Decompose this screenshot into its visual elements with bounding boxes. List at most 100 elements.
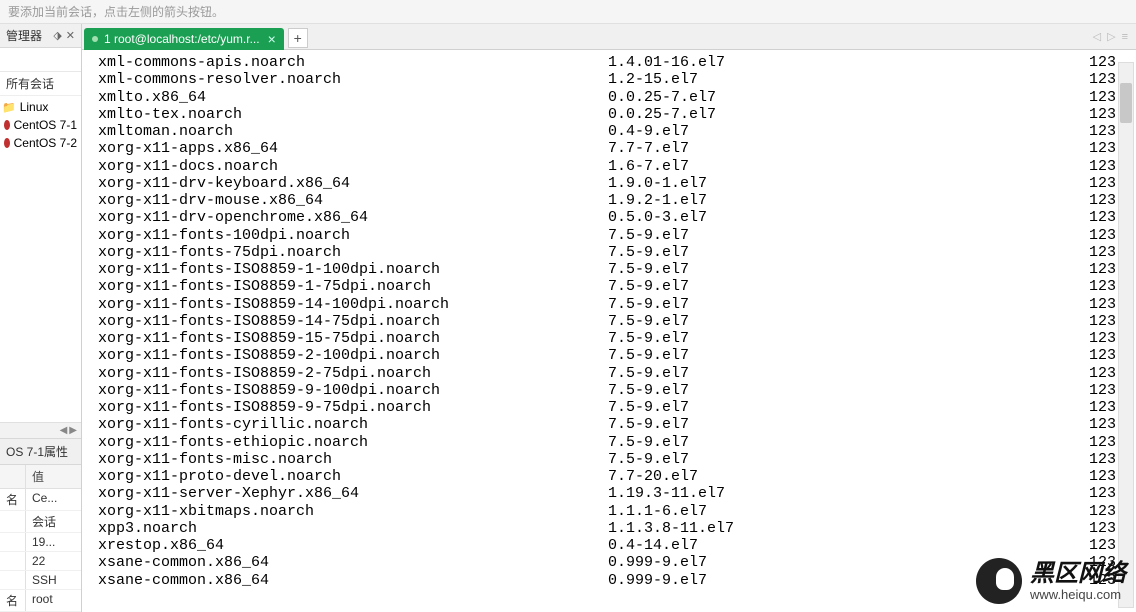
package-name: xsane-common.x86_64: [98, 554, 608, 571]
property-value: root: [26, 590, 81, 611]
package-name: xorg-x11-apps.x86_64: [98, 140, 608, 157]
session-manager-header: 管理器 ⬗ ✕: [0, 24, 81, 48]
vertical-scrollbar[interactable]: [1118, 62, 1134, 608]
package-repo: 123: [988, 227, 1126, 244]
tab-close-icon[interactable]: ×: [268, 31, 276, 47]
property-row: 名Ce...: [0, 489, 81, 511]
terminal-row: xorg-x11-apps.x86_647.7-7.el7123: [98, 140, 1126, 157]
package-name: xml-commons-resolver.noarch: [98, 71, 608, 88]
package-repo: 123: [988, 244, 1126, 261]
tab-strip: 1 root@localhost:/etc/yum.r... × + ◁ ▷ ≡: [82, 24, 1136, 50]
tree-folder-label: Linux: [20, 100, 49, 114]
terminal-row: xorg-x11-fonts-ISO8859-2-100dpi.noarch7.…: [98, 347, 1126, 364]
terminal-row: xorg-x11-fonts-ISO8859-15-75dpi.noarch7.…: [98, 330, 1126, 347]
tab-nav-next-icon[interactable]: ▷: [1107, 30, 1115, 43]
package-name: xorg-x11-fonts-ISO8859-1-100dpi.noarch: [98, 261, 608, 278]
package-version: 1.9.2-1.el7: [608, 192, 988, 209]
package-repo: 123: [988, 54, 1126, 71]
package-repo: 123: [988, 158, 1126, 175]
close-pane-icon[interactable]: ✕: [66, 29, 75, 42]
all-sessions-label: 所有会话: [6, 75, 54, 92]
package-version: 7.5-9.el7: [608, 382, 988, 399]
tab-label: 1 root@localhost:/etc/yum.r...: [104, 32, 260, 46]
package-name: xorg-x11-fonts-ISO8859-15-75dpi.noarch: [98, 330, 608, 347]
package-name: xorg-x11-fonts-cyrillic.noarch: [98, 416, 608, 433]
terminal-row: xorg-x11-fonts-75dpi.noarch7.5-9.el7123: [98, 244, 1126, 261]
terminal-row: xorg-x11-fonts-ISO8859-14-100dpi.noarch7…: [98, 296, 1126, 313]
package-version: 0.4-9.el7: [608, 123, 988, 140]
package-version: 7.5-9.el7: [608, 227, 988, 244]
package-version: 1.2-15.el7: [608, 71, 988, 88]
package-repo: 123: [988, 313, 1126, 330]
terminal-row: xorg-x11-fonts-ISO8859-1-100dpi.noarch7.…: [98, 261, 1126, 278]
property-name: [0, 511, 26, 532]
property-row: 会话: [0, 511, 81, 533]
package-repo: 123: [988, 175, 1126, 192]
terminal-row: xorg-x11-fonts-ISO8859-2-75dpi.noarch7.5…: [98, 365, 1126, 382]
terminal-row: xmlto.x86_640.0.25-7.el7123: [98, 89, 1126, 106]
tree-session-label: CentOS 7-2: [14, 136, 77, 150]
package-repo: 123: [988, 485, 1126, 502]
tab-add-button[interactable]: +: [288, 28, 308, 48]
terminal-row: xorg-x11-fonts-ISO8859-1-75dpi.noarch7.5…: [98, 278, 1126, 295]
content-area: 1 root@localhost:/etc/yum.r... × + ◁ ▷ ≡…: [82, 24, 1136, 612]
property-row: 19...: [0, 533, 81, 552]
session-filter-input[interactable]: [6, 53, 82, 67]
pin-icon[interactable]: ⬗: [53, 29, 61, 42]
connection-status-icon: [92, 36, 98, 42]
session-tree: 📁 Linux CentOS 7-1 CentOS 7-2: [0, 96, 81, 422]
property-row: 名root: [0, 590, 81, 612]
terminal-row: xml-commons-apis.noarch1.4.01-16.el7123: [98, 54, 1126, 71]
terminal-row: xorg-x11-fonts-ethiopic.noarch7.5-9.el71…: [98, 434, 1126, 451]
terminal-row: xorg-x11-fonts-misc.noarch7.5-9.el7123: [98, 451, 1126, 468]
terminal-row: xorg-x11-fonts-ISO8859-14-75dpi.noarch7.…: [98, 313, 1126, 330]
tab-session-1[interactable]: 1 root@localhost:/etc/yum.r... ×: [84, 28, 284, 50]
package-version: 7.5-9.el7: [608, 451, 988, 468]
property-name: [0, 571, 26, 589]
package-repo: 123: [988, 572, 1126, 589]
tree-session-label: CentOS 7-1: [14, 118, 77, 132]
package-name: xml-commons-apis.noarch: [98, 54, 608, 71]
properties-pane: OS 7-1属性 值 名Ce...会话19...22SSH名root: [0, 438, 81, 612]
package-repo: 123: [988, 347, 1126, 364]
terminal-row: xorg-x11-drv-openchrome.x86_640.5.0-3.el…: [98, 209, 1126, 226]
package-name: xpp3.noarch: [98, 520, 608, 537]
scroll-left-icon[interactable]: ◀: [60, 425, 68, 436]
package-repo: 123: [988, 416, 1126, 433]
terminal-row: xorg-x11-drv-mouse.x86_641.9.2-1.el7123: [98, 192, 1126, 209]
package-version: 7.5-9.el7: [608, 365, 988, 382]
tab-nav-prev-icon[interactable]: ◁: [1093, 30, 1101, 43]
package-version: 7.5-9.el7: [608, 261, 988, 278]
package-repo: 123: [988, 89, 1126, 106]
package-name: xorg-x11-fonts-misc.noarch: [98, 451, 608, 468]
package-repo: 123: [988, 71, 1126, 88]
hint-bar: 要添加当前会话，点击左侧的箭头按钮。: [0, 0, 1136, 24]
property-name: 名: [0, 489, 26, 510]
terminal-row: xorg-x11-docs.noarch1.6-7.el7123: [98, 158, 1126, 175]
package-name: xsane-common.x86_64: [98, 572, 608, 589]
package-name: xmltoman.noarch: [98, 123, 608, 140]
package-name: xorg-x11-fonts-ISO8859-9-100dpi.noarch: [98, 382, 608, 399]
package-name: xorg-x11-drv-keyboard.x86_64: [98, 175, 608, 192]
package-version: 0.4-14.el7: [608, 537, 988, 554]
package-version: 7.5-9.el7: [608, 296, 988, 313]
centos-icon: [4, 120, 10, 130]
terminal[interactable]: xml-commons-apis.noarch1.4.01-16.el7123x…: [82, 50, 1136, 612]
terminal-row: xsane-common.x86_640.999-9.el7123: [98, 572, 1126, 589]
scrollbar-thumb[interactable]: [1120, 83, 1132, 123]
properties-header-row: 值: [0, 465, 81, 489]
tree-session-centos-7-2[interactable]: CentOS 7-2: [0, 134, 81, 152]
package-repo: 123: [988, 106, 1126, 123]
tree-session-centos-7-1[interactable]: CentOS 7-1: [0, 116, 81, 134]
package-version: 7.5-9.el7: [608, 330, 988, 347]
package-name: xmlto.x86_64: [98, 89, 608, 106]
property-value: Ce...: [26, 489, 81, 510]
package-repo: 123: [988, 451, 1126, 468]
tab-menu-icon[interactable]: ≡: [1122, 31, 1128, 43]
package-name: xorg-x11-fonts-ISO8859-14-75dpi.noarch: [98, 313, 608, 330]
scroll-right-icon[interactable]: ▶: [69, 425, 77, 436]
package-name: xorg-x11-fonts-100dpi.noarch: [98, 227, 608, 244]
tree-folder-linux[interactable]: 📁 Linux: [0, 98, 81, 116]
package-name: xorg-x11-fonts-ISO8859-2-75dpi.noarch: [98, 365, 608, 382]
package-repo: 123: [988, 261, 1126, 278]
